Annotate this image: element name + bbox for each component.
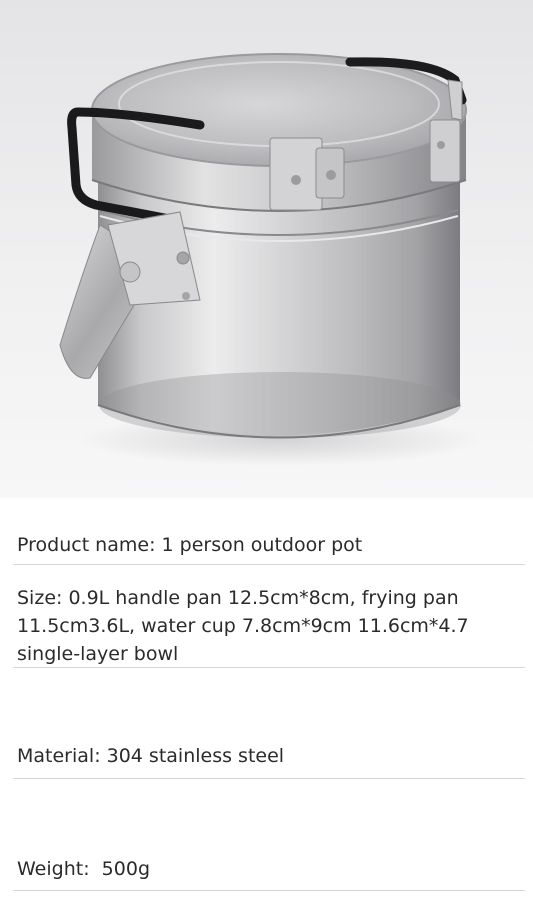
size-spec: Size: 0.9L handle pan 12.5cm*8cm, frying… — [17, 587, 469, 665]
divider — [13, 778, 525, 779]
material-spec: Material: 304 stainless steel — [17, 745, 285, 767]
divider — [13, 564, 525, 565]
divider — [13, 890, 525, 891]
product-photo-pot — [0, 0, 533, 498]
weight-spec: Weight: 500g — [17, 858, 150, 880]
divider — [13, 667, 525, 668]
product-name-spec: Product name: 1 person outdoor pot — [17, 534, 363, 556]
